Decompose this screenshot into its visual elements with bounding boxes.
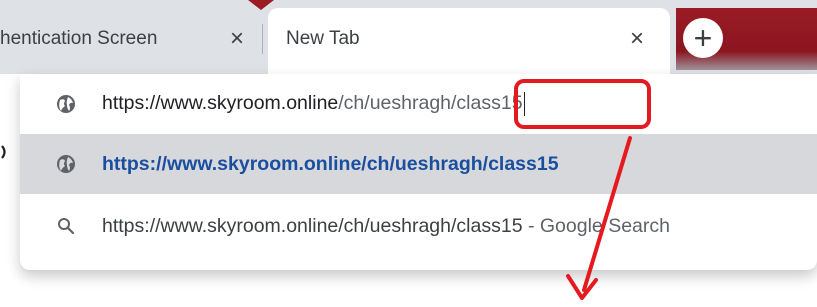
search-suggestion-text: https://www.skyroom.online/ch/ueshragh/c… — [102, 215, 670, 238]
search-query: https://www.skyroom.online/ch/ueshragh/c… — [102, 214, 523, 237]
suggestion-search[interactable]: https://www.skyroom.online/ch/ueshragh/c… — [20, 196, 817, 256]
tab-authentication-screen[interactable]: hentication Screen × — [0, 8, 262, 74]
search-engine: Google Search — [539, 214, 670, 237]
globe-icon — [56, 154, 76, 174]
new-tab-button[interactable]: + — [683, 18, 723, 58]
search-icon — [56, 216, 76, 236]
search-separator: - — [527, 214, 535, 237]
globe-icon — [56, 94, 76, 114]
annotation-highlight-box — [514, 79, 651, 129]
address-text: https://www.skyroom.online/ch/ueshragh/c… — [102, 92, 526, 116]
tab-strip: hentication Screen × New Tab × + — [0, 0, 817, 74]
address-input[interactable]: https://www.skyroom.online/ch/ueshragh/c… — [20, 74, 817, 134]
url-host: https://www.skyroom.online — [102, 92, 339, 115]
close-icon[interactable]: × — [624, 25, 650, 52]
suggestion-url[interactable]: https://www.skyroom.online/ch/ueshragh/c… — [20, 134, 817, 194]
tab-new-tab[interactable]: New Tab × — [268, 8, 670, 74]
tab-title: New Tab — [286, 28, 360, 49]
page-edge-glyph — [0, 142, 10, 162]
tab-divider — [262, 24, 263, 54]
close-icon[interactable]: × — [224, 25, 250, 52]
tab-title: hentication Screen — [0, 28, 158, 49]
suggestion-text: https://www.skyroom.online/ch/ueshragh/c… — [102, 152, 559, 175]
url-path: /ch/ueshragh/class15 — [338, 92, 523, 115]
omnibox-dropdown: https://www.skyroom.online/ch/ueshragh/c… — [20, 74, 817, 270]
